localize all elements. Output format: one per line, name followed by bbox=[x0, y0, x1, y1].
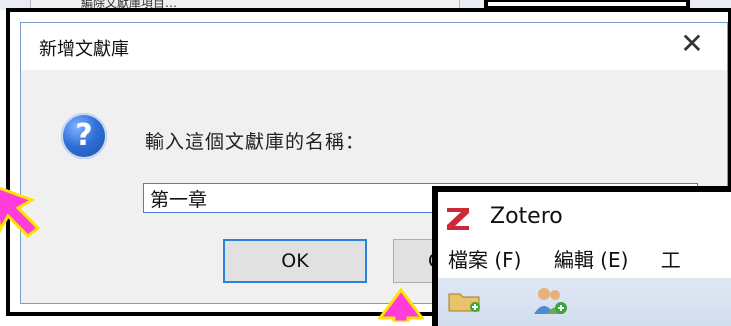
menu-tools[interactable]: 工 bbox=[661, 248, 681, 272]
menu-file[interactable]: 檔案 (F) bbox=[448, 248, 521, 272]
zotero-title: Zotero bbox=[490, 204, 563, 229]
dialog-prompt: 輸入這個文獻庫的名稱： bbox=[145, 131, 366, 153]
menu-edit[interactable]: 編輯 (E) bbox=[554, 248, 629, 272]
dialog-title: 新增文獻庫 bbox=[39, 39, 129, 60]
question-mark-icon: ? bbox=[61, 113, 107, 159]
annotation-arrow-bottom bbox=[378, 288, 424, 322]
zotero-toolbar bbox=[438, 278, 731, 326]
close-icon[interactable]: ✕ bbox=[679, 30, 705, 58]
folder-add-icon[interactable] bbox=[448, 290, 482, 312]
ok-button[interactable]: OK bbox=[223, 239, 367, 283]
zotero-logo-icon bbox=[447, 208, 469, 230]
annotation-arrow-left bbox=[0, 186, 40, 238]
zotero-menubar: 檔案 (F) 編輯 (E) 工 bbox=[448, 244, 707, 273]
zotero-window: Zotero 檔案 (F) 編輯 (E) 工 bbox=[432, 186, 731, 326]
group-add-icon[interactable] bbox=[530, 286, 568, 316]
dialog-titlebar: 新增文獻庫 ✕ bbox=[21, 23, 727, 70]
